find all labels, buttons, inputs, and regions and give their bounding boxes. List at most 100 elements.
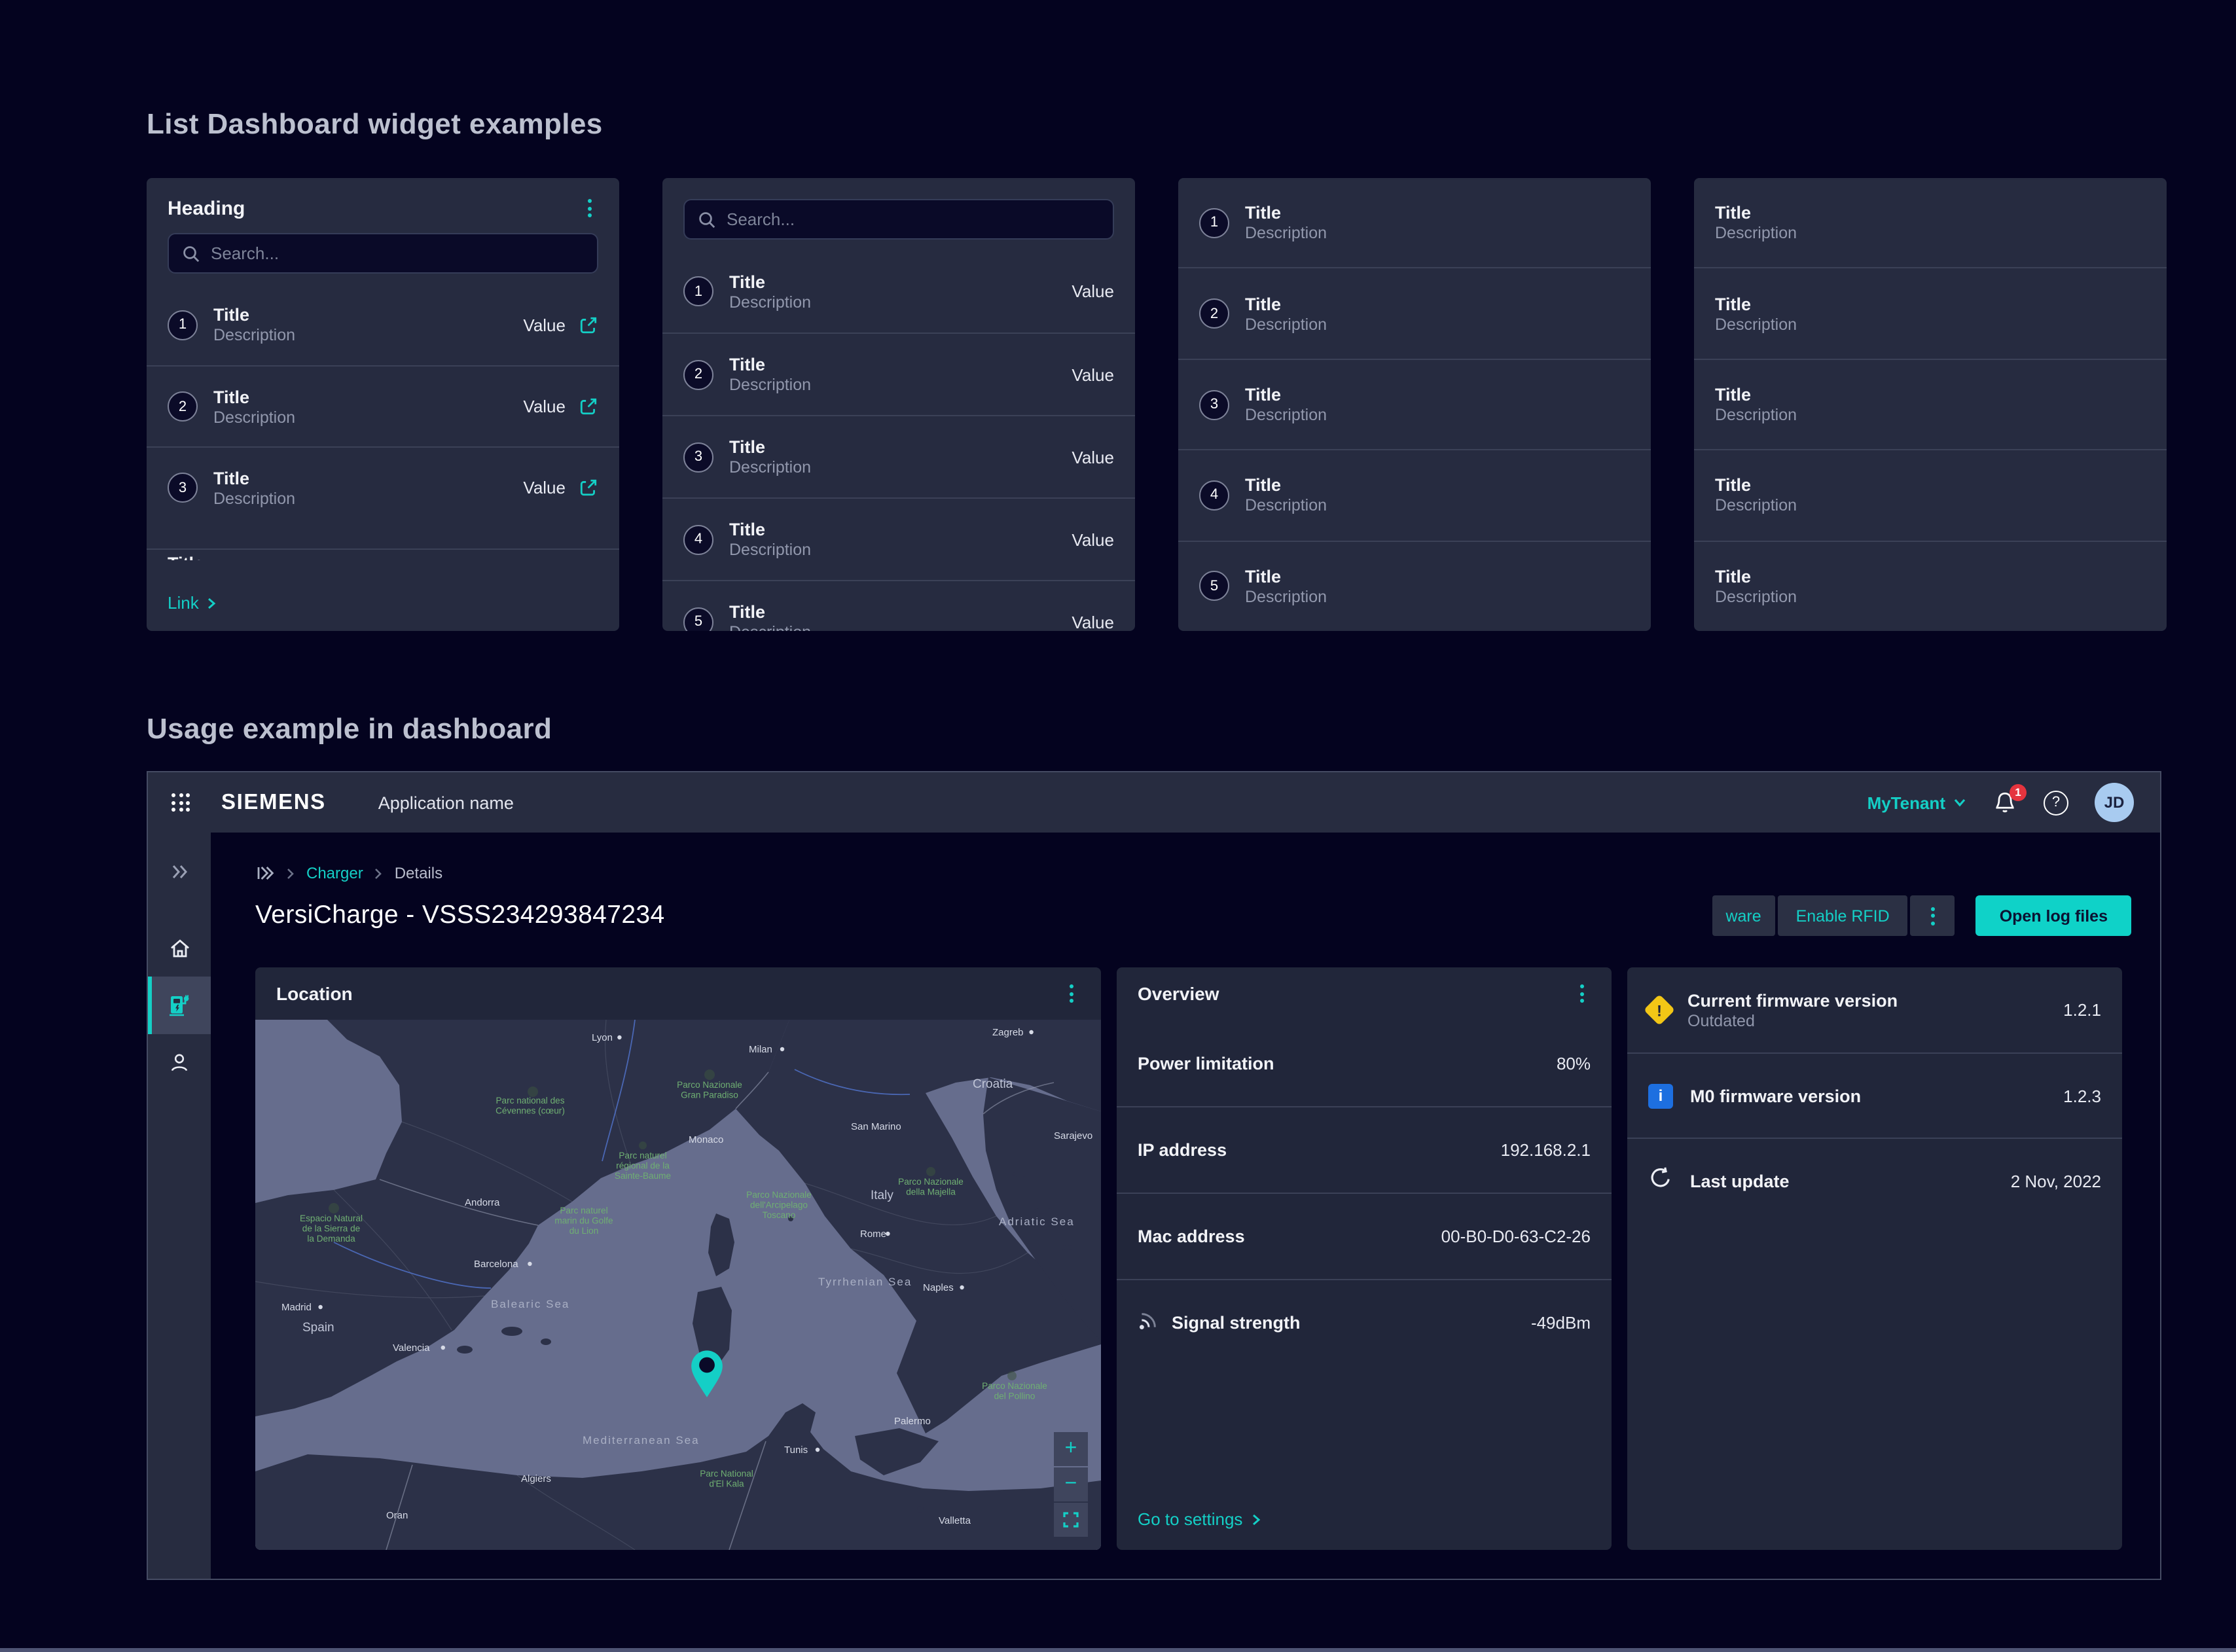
map-city-dot — [886, 1232, 890, 1236]
list-item[interactable]: 3TitleDescriptionValue — [662, 415, 1135, 497]
item-description: Description — [213, 326, 295, 344]
overview-label: IP address — [1138, 1140, 1227, 1160]
map-label-park: Espacio Naturalde la Sierra dela Demanda — [300, 1213, 363, 1244]
list-item[interactable]: 1TitleDescriptionValue — [147, 284, 619, 365]
section-title-usage: Usage example in dashboard — [147, 712, 552, 746]
notifications-button[interactable]: 1 — [1993, 790, 2017, 815]
design-page: List Dashboard widget examples Heading 1… — [0, 0, 2236, 1652]
person-icon — [168, 1051, 191, 1075]
item-description: Description — [1245, 224, 1327, 242]
item-description: Description — [1245, 406, 1327, 424]
list-item[interactable]: TitleDescription — [1694, 268, 2167, 359]
item-description: Description — [1715, 315, 1797, 333]
firmware-label: Current firmware version — [1687, 990, 1898, 1010]
list-item[interactable]: 5TitleDescriptionValue — [662, 580, 1135, 631]
breadcrumb-charger[interactable]: Charger — [306, 864, 363, 882]
firmware-label: Last update — [1690, 1171, 1790, 1191]
kebab-menu-icon[interactable] — [577, 196, 601, 220]
zoom-in-button[interactable]: + — [1054, 1432, 1088, 1466]
card-title: Location — [276, 983, 353, 1004]
list-item[interactable]: 4TitleDescriptionValue — [662, 497, 1135, 580]
overview-row: Signal strength-49dBm — [1117, 1279, 1612, 1365]
map-label-city: Algiers — [521, 1473, 551, 1484]
map-label-sea: Mediterranean Sea — [583, 1434, 700, 1446]
item-title: Title — [213, 387, 295, 406]
update-firmware-button-clipped[interactable]: ware — [1712, 895, 1775, 936]
list-item[interactable]: 5TitleDescription — [1178, 540, 1651, 631]
map-label-city: Barcelona — [474, 1259, 518, 1270]
tenant-selector[interactable]: MyTenant — [1867, 793, 1966, 812]
item-title: Title — [729, 520, 811, 539]
map-label-country: Croatia — [973, 1077, 1013, 1091]
list-widget-card-heading-search-link: Heading 1TitleDescriptionValue2TitleDesc… — [147, 178, 619, 631]
breadcrumb-root-icon[interactable] — [255, 864, 275, 882]
item-description: Description — [213, 489, 295, 507]
chevron-right-icon — [287, 867, 295, 879]
sidebar — [148, 833, 211, 1579]
external-link-icon[interactable] — [579, 397, 598, 416]
question-mark-icon: ? — [2044, 790, 2068, 815]
map-canvas[interactable]: Balearic SeaTyrrhenian SeaAdriatic SeaMe… — [255, 1020, 1101, 1550]
list-item[interactable]: TitleDescription — [1694, 449, 2167, 540]
open-log-files-button[interactable]: Open log files — [1976, 895, 2131, 936]
list-item[interactable]: 3TitleDescription — [1178, 359, 1651, 450]
go-to-settings-link[interactable]: Go to settings — [1138, 1509, 1261, 1529]
firmware-row: iM0 firmware version1.2.3 — [1627, 1052, 2122, 1138]
user-avatar[interactable]: JD — [2095, 783, 2134, 822]
map-city-dot — [441, 1346, 445, 1350]
sidebar-item-home[interactable] — [148, 919, 211, 977]
item-number-badge: 4 — [683, 524, 713, 554]
overview-value: 80% — [1557, 1053, 1591, 1073]
chevron-down-icon — [1953, 797, 1966, 808]
map-city-dot — [780, 1047, 784, 1051]
item-value: Value — [1072, 281, 1114, 301]
more-actions-kebab-icon[interactable] — [1911, 895, 1955, 936]
fullscreen-button[interactable] — [1054, 1503, 1088, 1537]
list-widget-card-plain: TitleDescriptionTitleDescriptionTitleDes… — [1694, 178, 2167, 631]
external-link-icon[interactable] — [579, 478, 598, 497]
item-description: Description — [1715, 406, 1797, 424]
list-item[interactable]: TitleDescription — [1694, 540, 2167, 631]
search-input[interactable] — [211, 243, 584, 263]
list-item[interactable]: TitleDescription — [1694, 359, 2167, 450]
signal-strength-icon — [1138, 1308, 1160, 1337]
map-label-city: Tunis — [784, 1445, 808, 1456]
kebab-menu-icon[interactable] — [1570, 982, 1593, 1005]
kebab-menu-icon[interactable] — [1059, 982, 1083, 1005]
chevron-right-icon — [207, 596, 216, 609]
map-label-city: Sarajevo — [1054, 1130, 1092, 1141]
map-city-dot — [528, 1262, 532, 1266]
item-title: Title — [1715, 294, 1797, 314]
search-input-wrap — [168, 233, 598, 274]
home-icon — [167, 935, 192, 960]
help-button[interactable]: ? — [2044, 790, 2068, 815]
list-item[interactable]: TitleDescription — [1694, 178, 2167, 268]
list-item[interactable]: 2TitleDescriptionValue — [662, 332, 1135, 415]
sidebar-item-users[interactable] — [148, 1034, 211, 1092]
sidebar-item-charger[interactable] — [148, 977, 211, 1034]
map-label-country: Italy — [871, 1189, 893, 1202]
list-item[interactable]: 3TitleDescriptionValue — [147, 446, 619, 528]
map-label-city: Oran — [386, 1510, 408, 1521]
location-card: Location — [255, 967, 1101, 1550]
brand-logo: SIEMENS — [221, 790, 326, 815]
external-link-icon[interactable] — [579, 315, 598, 334]
list-item[interactable]: 1TitleDescription — [1178, 178, 1651, 268]
map-zoom-controls: + − — [1054, 1432, 1088, 1537]
enable-rfid-button[interactable]: Enable RFID — [1778, 895, 1908, 936]
overview-value: -49dBm — [1531, 1313, 1591, 1333]
item-description: Description — [729, 623, 811, 631]
list-item[interactable]: 2TitleDescription — [1178, 268, 1651, 359]
search-input[interactable] — [727, 209, 1100, 229]
item-title: Title — [213, 305, 295, 325]
widget-footer-link[interactable]: Link — [168, 593, 216, 613]
firmware-value: 1.2.3 — [2063, 1086, 2101, 1105]
app-launcher-icon[interactable] — [171, 793, 190, 812]
sidebar-expand-button[interactable] — [148, 843, 211, 901]
list-item[interactable]: 4TitleDescription — [1178, 449, 1651, 540]
zoom-out-button[interactable]: − — [1054, 1467, 1088, 1501]
list-item[interactable]: 1TitleDescriptionValue — [662, 250, 1135, 332]
list-item[interactable]: 2TitleDescriptionValue — [147, 365, 619, 446]
overview-row: IP address192.168.2.1 — [1117, 1106, 1612, 1193]
overview-card: Overview Power limitation80%IP address19… — [1117, 967, 1612, 1550]
